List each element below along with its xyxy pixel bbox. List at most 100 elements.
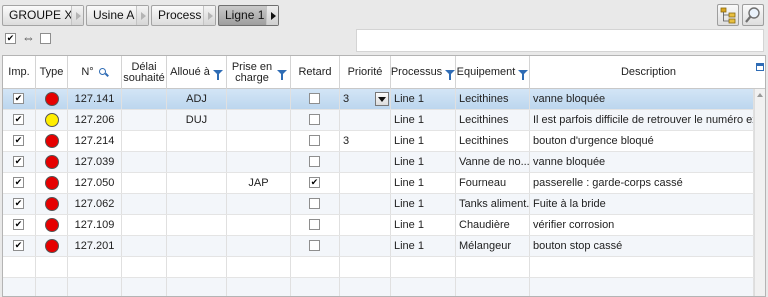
description-text: passerelle : garde-corps cassé (533, 177, 683, 189)
equipement-text: Lecithines (459, 135, 509, 147)
cell-priorite (340, 257, 391, 277)
col-label: Alloué à (170, 66, 210, 78)
table-row[interactable]: 127.201 Line 1 Mélangeur bouton stop cassé (3, 236, 765, 257)
imp-checkbox[interactable] (13, 93, 24, 104)
table-row[interactable]: 127.214 3 Line 1 Lecithines bouton d'urgence… (3, 131, 765, 152)
breadcrumb-item-groupe[interactable]: GROUPE X (2, 5, 84, 26)
select-all-checkbox[interactable] (5, 33, 16, 44)
cell-num: 127.062 (68, 194, 122, 214)
cell-type (36, 236, 68, 256)
prise-text: JAP (248, 177, 269, 189)
imp-checkbox[interactable] (13, 114, 24, 125)
cell-processus (391, 278, 456, 296)
num-text: 127.050 (74, 177, 115, 189)
col-header-alloue[interactable]: Alloué à (167, 56, 227, 89)
chevron-right-icon[interactable] (203, 6, 215, 25)
filter-icon[interactable] (518, 70, 529, 80)
retard-checkbox[interactable] (309, 219, 320, 230)
cell-processus: Line 1 (391, 152, 456, 172)
processus-text: Line 1 (394, 219, 424, 231)
retard-checkbox[interactable] (309, 156, 320, 167)
retard-checkbox[interactable] (309, 240, 320, 251)
col-header-num[interactable]: N° (68, 56, 122, 89)
cell-equipement: Chaudière (456, 215, 530, 235)
filter-icon[interactable] (277, 70, 287, 80)
cell-retard (291, 173, 340, 193)
breadcrumb-label: Usine A (93, 8, 135, 22)
table-row[interactable]: 127.039 Line 1 Vanne de no...vanne bloquée (3, 152, 765, 173)
cell-num: 127.109 (68, 215, 122, 235)
chevron-right-icon[interactable] (71, 6, 83, 25)
col-header-prise[interactable]: Prise en charge (227, 56, 291, 89)
chevron-right-icon[interactable] (266, 6, 278, 25)
col-header-type[interactable]: Type (36, 56, 68, 89)
status-dot-icon (45, 113, 59, 127)
table-row[interactable]: 127.206 DUJ Line 1 Lecithines Il est parfois… (3, 110, 765, 131)
col-label: Processus (390, 66, 443, 78)
imp-checkbox[interactable] (13, 198, 24, 209)
equipement-text: Chaudière (459, 219, 510, 231)
equipement-text: Fourneau (459, 177, 507, 189)
imp-checkbox[interactable] (13, 135, 24, 146)
toggle-checkbox[interactable] (40, 33, 51, 44)
col-header-description[interactable]: Description (530, 56, 765, 89)
filter-icon[interactable] (445, 70, 456, 80)
col-header-priorite[interactable]: Priorité (340, 56, 391, 89)
cell-processus: Line 1 (391, 173, 456, 193)
table-row[interactable]: 127.062 Line 1 Tanks aliment...Fuite à la … (3, 194, 765, 215)
retard-checkbox[interactable] (309, 177, 320, 188)
cell-priorite: 3 (340, 131, 391, 151)
alloue-text: DUJ (185, 114, 208, 126)
processus-text: Line 1 (394, 93, 424, 105)
cell-type (36, 173, 68, 193)
empty-row (3, 257, 765, 278)
cell-alloue (167, 173, 227, 193)
vertical-scrollbar[interactable] (754, 89, 765, 296)
imp-checkbox[interactable] (13, 177, 24, 188)
col-header-processus[interactable]: Processus (391, 56, 456, 89)
breadcrumb-item-ligne[interactable]: Ligne 1 (218, 5, 279, 26)
filter-field[interactable] (356, 29, 764, 52)
dropdown-arrow-icon[interactable] (375, 92, 389, 106)
imp-checkbox[interactable] (13, 156, 24, 167)
table-row[interactable]: 127.109 Line 1 Chaudière vérifier corrosion (3, 215, 765, 236)
cell-description: vérifier corrosion (530, 215, 754, 235)
cell-description (530, 257, 754, 277)
imp-checkbox[interactable] (13, 219, 24, 230)
col-header-imp[interactable]: Imp. (3, 56, 36, 89)
column-chooser-icon[interactable] (756, 63, 764, 71)
chevron-right-icon[interactable] (136, 6, 148, 25)
retard-checkbox[interactable] (309, 114, 320, 125)
scroll-up-icon[interactable] (756, 91, 765, 100)
retard-checkbox[interactable] (309, 93, 320, 104)
table-row[interactable]: 127.050 JAP Line 1 Fourneau passerelle : gar… (3, 173, 765, 194)
swap-icon[interactable]: ⇔ (22, 31, 35, 44)
status-dot-icon (45, 239, 59, 253)
cell-description: vanne bloquée (530, 89, 754, 109)
imp-checkbox[interactable] (13, 240, 24, 251)
cell-description (530, 278, 754, 296)
table-row[interactable]: 127.141 ADJ 3 Line 1 Lecithines vanne bloquée (3, 89, 765, 110)
cell-prise (227, 152, 291, 172)
cell-description: vanne bloquée (530, 152, 754, 172)
col-header-retard[interactable]: Retard (291, 56, 340, 89)
cell-num (68, 257, 122, 277)
breadcrumb-item-process[interactable]: Process (151, 5, 216, 26)
breadcrumb-label: Process (158, 8, 202, 22)
search-button[interactable] (742, 4, 764, 26)
cell-priorite[interactable]: 3 (340, 89, 391, 109)
breadcrumb-item-usine[interactable]: Usine A (86, 5, 149, 26)
cell-imp (3, 152, 36, 172)
tree-view-button[interactable] (717, 4, 739, 26)
search-icon[interactable] (98, 68, 108, 77)
retard-checkbox[interactable] (309, 198, 320, 209)
col-header-equipement[interactable]: Equipement (456, 56, 530, 89)
equipement-text: Mélangeur (459, 240, 511, 252)
retard-checkbox[interactable] (309, 135, 320, 146)
cell-prise (227, 236, 291, 256)
cell-num: 127.050 (68, 173, 122, 193)
filter-icon[interactable] (212, 70, 223, 80)
cell-num: 127.141 (68, 89, 122, 109)
col-header-delai[interactable]: Délai souhaité (122, 56, 167, 89)
cell-alloue (167, 215, 227, 235)
